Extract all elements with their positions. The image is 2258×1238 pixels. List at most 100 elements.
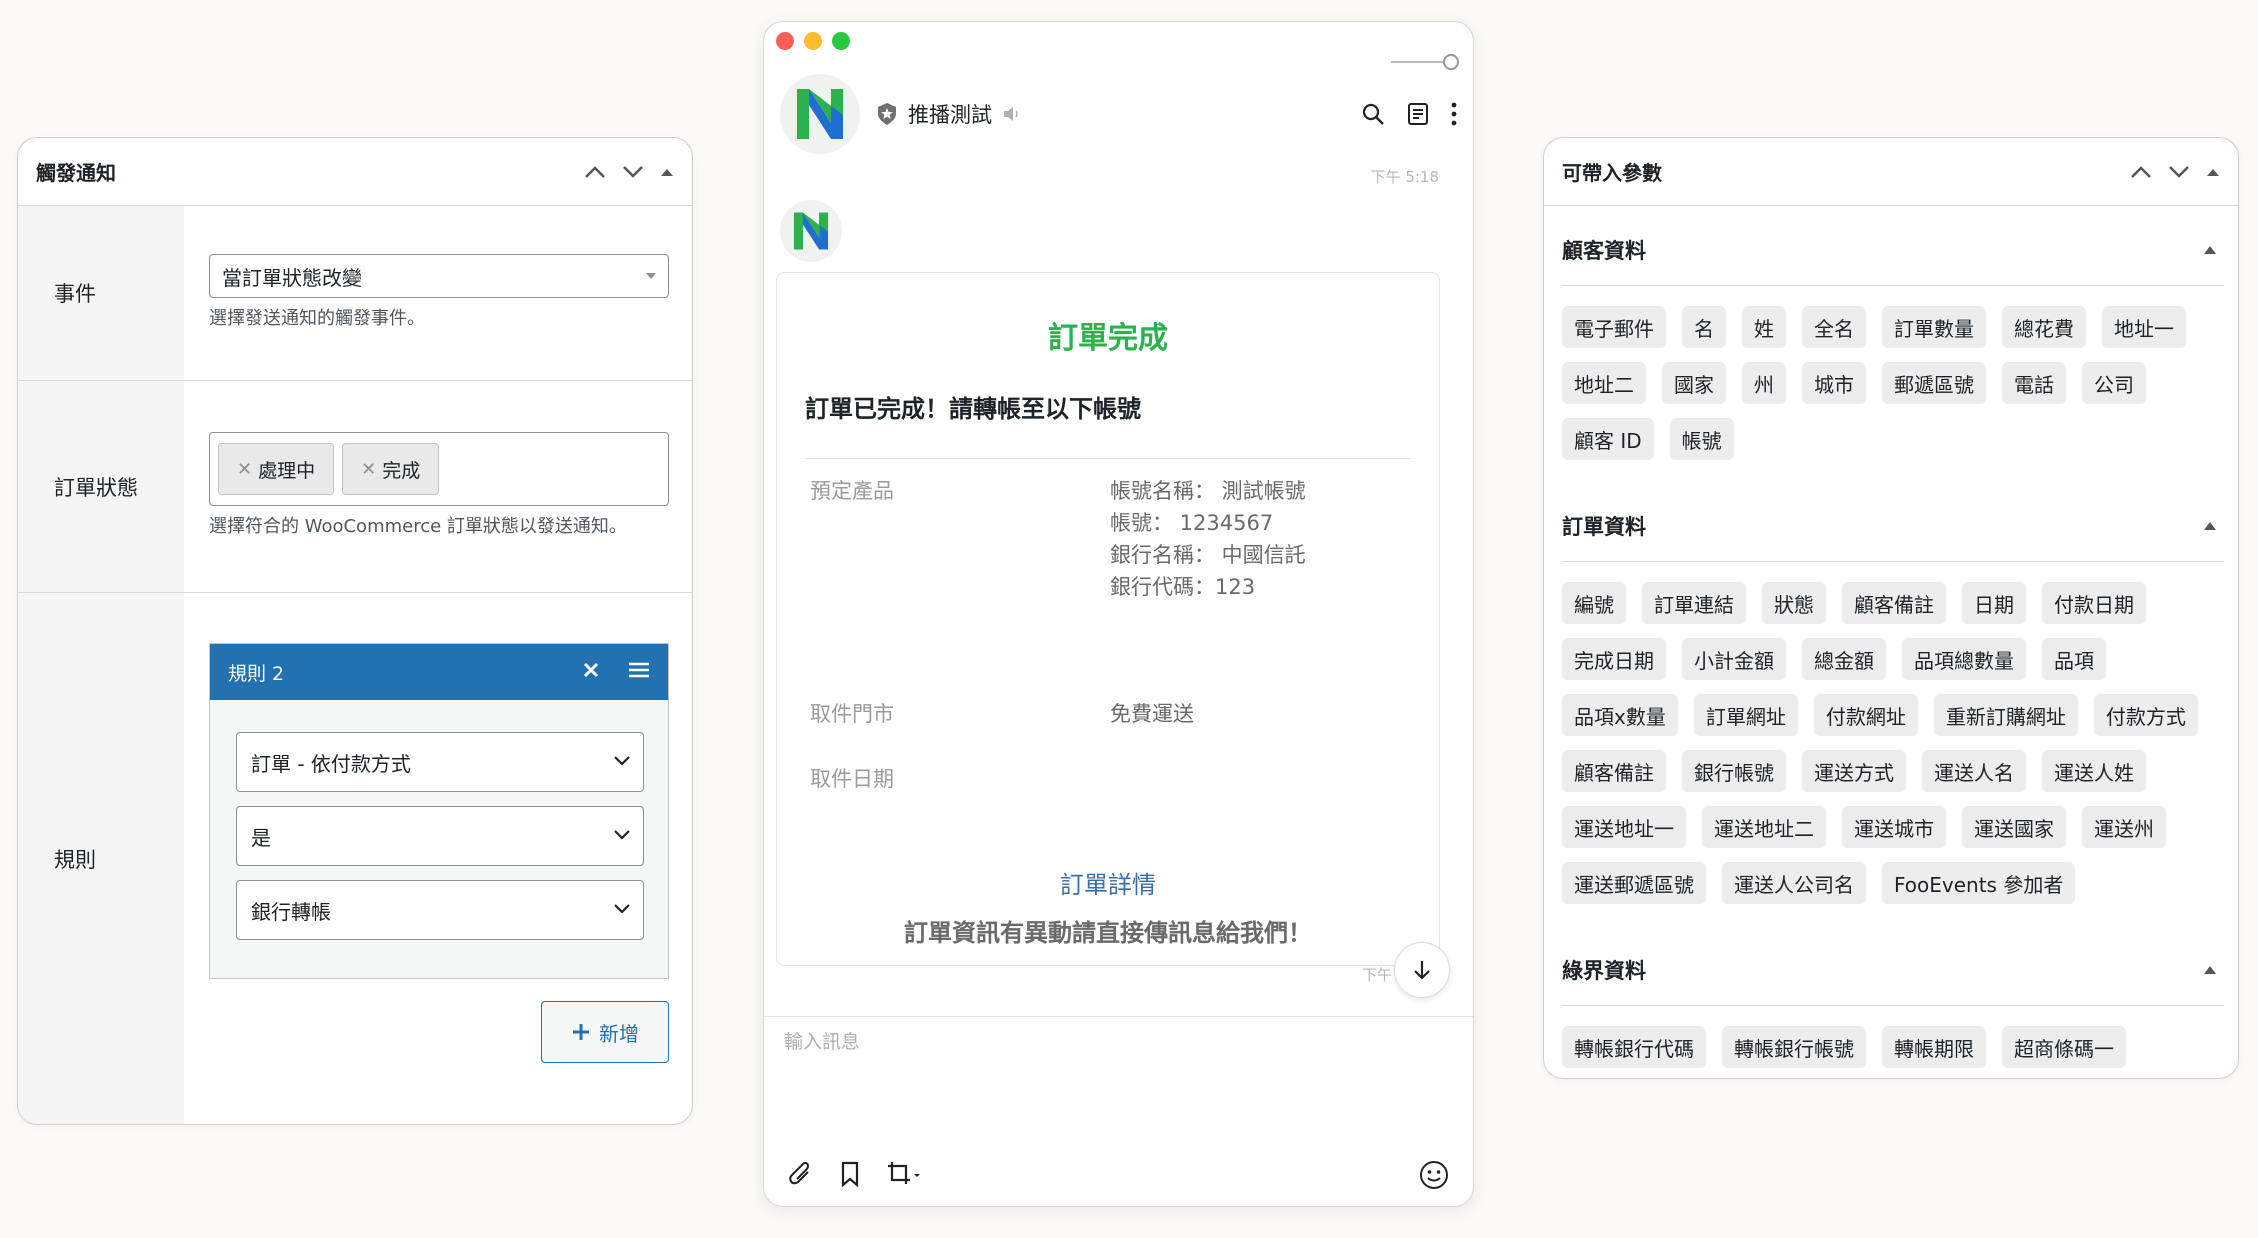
rule-field-select[interactable]: 訂單 - 依付款方式 [236,732,644,792]
maximize-window-button[interactable] [832,32,850,50]
add-rule-button[interactable]: 新增 [541,1001,669,1063]
event-select[interactable]: 當訂單狀態改變 [209,254,669,298]
search-icon[interactable] [1361,102,1385,126]
parameter-tag[interactable]: FooEvents 參加者 [1882,862,2076,904]
parameter-tag[interactable]: 國家 [1662,362,1726,404]
parameter-tag[interactable]: 運送人公司名 [1722,862,1866,904]
parameter-tag[interactable]: 名 [1682,306,1726,348]
row-key: 預定產品 [810,479,894,503]
opacity-slider[interactable] [1391,52,1461,72]
event-row: 事件 當訂單狀態改變 選擇發送通知的觸發事件。 [18,206,692,381]
parameter-tag[interactable]: 訂單數量 [1882,306,1986,348]
arrow-down-icon [1414,961,1430,980]
panel-title: 觸發通知 [36,161,116,185]
parameter-tag[interactable]: 完成日期 [1562,638,1666,680]
move-down-icon[interactable] [2168,165,2190,179]
close-icon[interactable] [582,661,600,684]
status-chip-processing[interactable]: ✕ 處理中 [218,443,335,495]
parameter-tag[interactable]: 小計金額 [1682,638,1786,680]
parameter-tag[interactable]: 運送國家 [1962,806,2066,848]
scroll-to-bottom-button[interactable] [1394,942,1450,998]
parameter-tag[interactable]: 顧客備註 [1842,582,1946,624]
remove-chip-icon[interactable]: ✕ [237,459,252,480]
parameter-tag[interactable]: 運送城市 [1842,806,1946,848]
parameter-tag[interactable]: 銀行帳號 [1682,750,1786,792]
bookmark-icon[interactable] [840,1161,860,1187]
parameter-tag[interactable]: 狀態 [1762,582,1826,624]
parameter-tag[interactable]: 品項總數量 [1902,638,2026,680]
notes-icon[interactable] [1407,102,1429,126]
collapse-triangle-icon[interactable] [2204,965,2216,974]
more-options-icon[interactable] [1451,102,1457,126]
mute-speaker-icon[interactable] [1002,105,1022,123]
parameter-tag[interactable]: 城市 [1802,362,1866,404]
parameter-tag[interactable]: 訂單連結 [1642,582,1746,624]
parameter-tag-list: 編號 訂單連結 狀態 顧客備註 日期 付款日期 完成日期 小計金額 總金額 品項總數量 品項 品項x數… [1562,562,2224,926]
message-input[interactable] [784,1031,1453,1053]
rule-operator-select[interactable]: 是 [236,806,644,866]
parameter-tag[interactable]: 運送人名 [1922,750,2026,792]
parameter-tag[interactable]: 重新訂購網址 [1933,694,2078,736]
status-chip-completed[interactable]: ✕ 完成 [342,443,440,495]
move-up-icon[interactable] [2130,165,2152,179]
parameter-tag[interactable]: 地址二 [1562,362,1646,404]
remove-chip-icon[interactable]: ✕ [361,459,376,480]
rule-value-select[interactable]: 銀行轉帳 [236,880,644,940]
parameter-tag[interactable]: 電子郵件 [1562,306,1666,348]
window-controls [776,32,850,50]
section-header[interactable]: 顧客資料 [1562,206,2224,286]
parameter-tag[interactable]: 顧客備註 [1562,750,1666,792]
move-up-icon[interactable] [584,165,606,179]
parameter-tag[interactable]: 總花費 [2002,306,2086,348]
parameter-tag[interactable]: 運送地址一 [1562,806,1686,848]
parameter-tag-list: 電子郵件名姓全名 訂單數量 總花費 地址一地址二 國家州城市 郵遞區號 電話 公司顧客 ID 帳… [1562,286,2224,482]
parameter-tag[interactable]: 郵遞區號 [1882,362,1986,404]
section-header[interactable]: 訂單資料 [1562,482,2224,562]
move-down-icon[interactable] [622,165,644,179]
crop-screenshot-icon[interactable] [886,1160,920,1188]
parameter-tag[interactable]: 品項 [2042,638,2106,680]
parameter-tag[interactable]: 公司 [2082,362,2146,404]
parameter-tag[interactable]: 電話 [2002,362,2066,404]
parameter-tag[interactable]: 編號 [1562,582,1626,624]
parameter-tag[interactable]: 州 [1742,362,1786,404]
parameter-tag[interactable]: 總金額 [1802,638,1886,680]
parameter-tag[interactable]: 運送人姓 [2042,750,2146,792]
parameter-tag[interactable]: 地址一 [2102,306,2186,348]
row-key: 取件門市 [810,702,894,726]
parameter-tag[interactable]: 轉帳期限 [1882,1026,1986,1068]
collapse-toggle-icon[interactable] [660,167,674,177]
close-window-button[interactable] [776,32,794,50]
parameter-tag[interactable]: 日期 [1962,582,2026,624]
add-rule-label: 新增 [599,1021,639,1046]
parameter-tag[interactable]: 運送地址二 [1702,806,1826,848]
collapse-triangle-icon[interactable] [2204,245,2216,254]
parameter-tag[interactable]: 帳號 [1669,418,1734,460]
minimize-window-button[interactable] [804,32,822,50]
parameter-tag[interactable]: 全名 [1802,306,1866,348]
order-details-link[interactable]: 訂單詳情 [777,865,1439,900]
parameter-tag[interactable]: 運送方式 [1802,750,1906,792]
event-description: 選擇發送通知的觸發事件。 [209,308,425,329]
parameter-tag[interactable]: 轉帳銀行帳號 [1722,1026,1866,1068]
parameter-tag[interactable]: 運送州 [2082,806,2166,848]
channel-avatar[interactable] [780,74,860,154]
parameter-tag[interactable]: 品項x數量 [1562,694,1678,736]
parameter-tag[interactable]: 姓 [1742,306,1786,348]
parameter-tag[interactable]: 顧客 ID [1562,418,1654,460]
parameter-tag[interactable]: 運送郵遞區號 [1562,862,1706,904]
section-header[interactable]: 綠界資料 [1562,926,2224,1006]
collapse-triangle-icon[interactable] [2204,521,2216,530]
row-key: 取件日期 [810,767,894,791]
parameter-tag[interactable]: 付款日期 [2042,582,2146,624]
attachment-icon[interactable] [788,1160,814,1188]
menu-icon[interactable] [628,661,650,684]
emoji-icon[interactable] [1419,1160,1449,1190]
collapse-toggle-icon[interactable] [2206,167,2220,177]
parameter-tag[interactable]: 訂單網址 [1693,694,1798,736]
parameter-tag[interactable]: 付款方式 [2093,694,2198,736]
order-status-multiselect[interactable]: ✕ 處理中 ✕ 完成 [209,432,669,506]
parameter-tag[interactable]: 超商條碼一 [2002,1026,2126,1068]
parameter-tag[interactable]: 付款網址 [1813,694,1918,736]
parameter-tag[interactable]: 轉帳銀行代碼 [1562,1026,1706,1068]
